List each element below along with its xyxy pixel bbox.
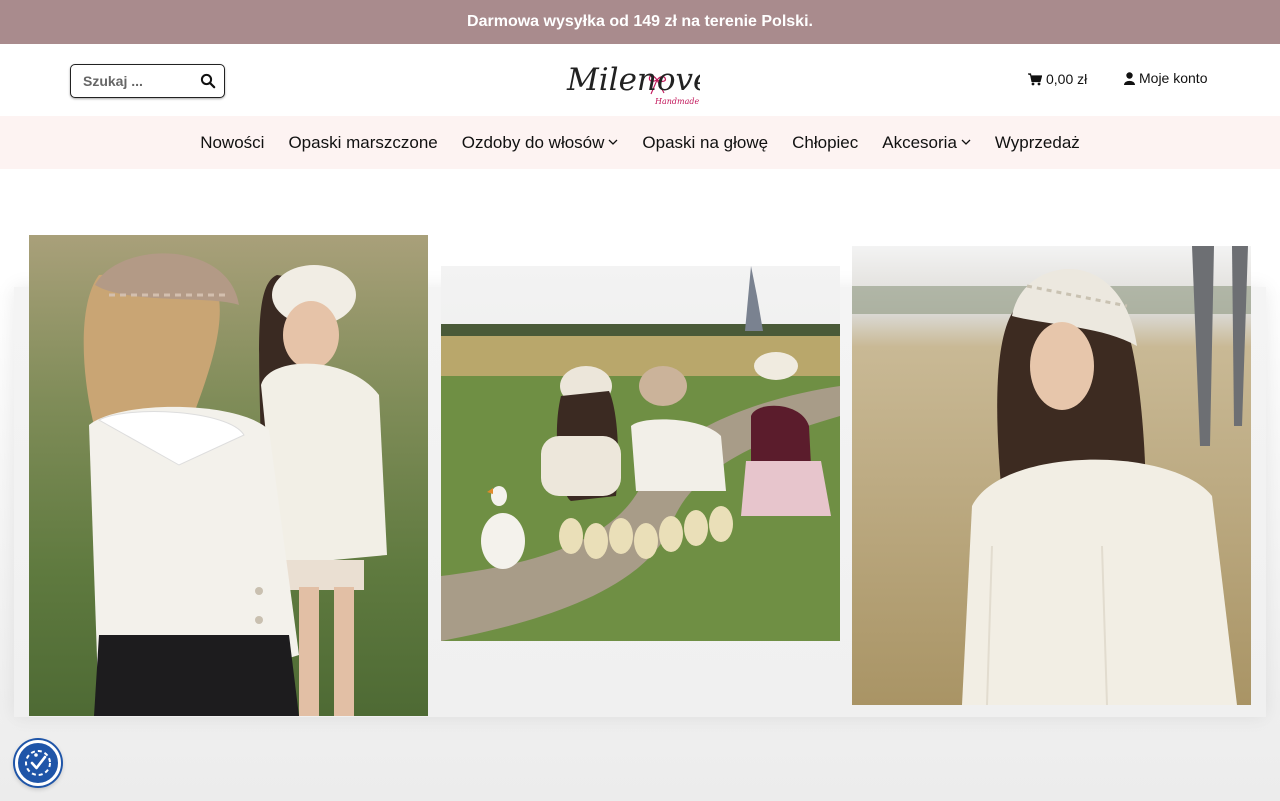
nav-item-label: Chłopiec — [792, 132, 859, 152]
nav-item-label: Ozdoby do włosów — [461, 132, 605, 152]
account-link[interactable]: Moje konto — [1124, 70, 1207, 86]
hero-banner[interactable] — [0, 169, 1280, 801]
hero-photo-two-girls — [29, 235, 428, 716]
nav-item-label: Nowości — [200, 132, 265, 152]
announcement-bar: Darmowa wysyłka od 149 zł na terenie Pol… — [0, 0, 1280, 44]
chevron-down-icon — [961, 139, 971, 145]
search-form — [70, 64, 225, 98]
search-input[interactable] — [81, 66, 199, 96]
logo-image: Milenove Handmade — [566, 62, 711, 106]
site-header: Milenove Handmade 0,00 zł Moje konto — [0, 44, 1280, 116]
search-button[interactable] — [200, 73, 216, 89]
svg-text:Handmade: Handmade — [654, 97, 699, 106]
user-icon — [1124, 71, 1135, 85]
site-logo[interactable]: Milenove Handmade — [565, 56, 711, 108]
cart-icon — [1028, 72, 1042, 85]
hero-photo-kids-ducks — [441, 266, 840, 641]
nav-item-nowosci[interactable]: Nowości — [200, 133, 264, 153]
cart-button[interactable]: 0,00 zł — [1028, 71, 1087, 87]
announcement-text: Darmowa wysyłka od 149 zł na terenie Pol… — [467, 13, 813, 30]
search-icon — [200, 73, 216, 89]
chevron-down-icon — [608, 139, 618, 145]
nav-item-opaski-na-glowe[interactable]: Opaski na głowę — [642, 133, 768, 153]
nav-item-akcesoria[interactable]: Akcesoria — [882, 133, 971, 153]
accessibility-icon — [25, 750, 51, 776]
cart-amount: 0,00 zł — [1046, 71, 1088, 87]
nav-item-chlopiec[interactable]: Chłopiec — [792, 133, 858, 153]
account-label: Moje konto — [1139, 70, 1208, 86]
nav-item-wyprzedaz[interactable]: Wyprzedaż — [995, 133, 1080, 153]
nav-item-label: Wyprzedaż — [994, 132, 1080, 152]
main-nav: Nowości Opaski marszczone Ozdoby do włos… — [0, 116, 1280, 169]
accessibility-button[interactable] — [15, 740, 61, 786]
nav-item-opaski-marszczone[interactable]: Opaski marszczone — [288, 133, 437, 153]
nav-item-label: Opaski na głowę — [642, 132, 769, 152]
svg-text:Milenove: Milenove — [566, 62, 700, 98]
nav-item-ozdoby-do-wlosow[interactable]: Ozdoby do włosów — [462, 133, 619, 153]
nav-item-label: Akcesoria — [882, 132, 957, 152]
nav-item-label: Opaski marszczone — [288, 132, 438, 152]
hero-photo-girl-wheat — [852, 246, 1251, 705]
